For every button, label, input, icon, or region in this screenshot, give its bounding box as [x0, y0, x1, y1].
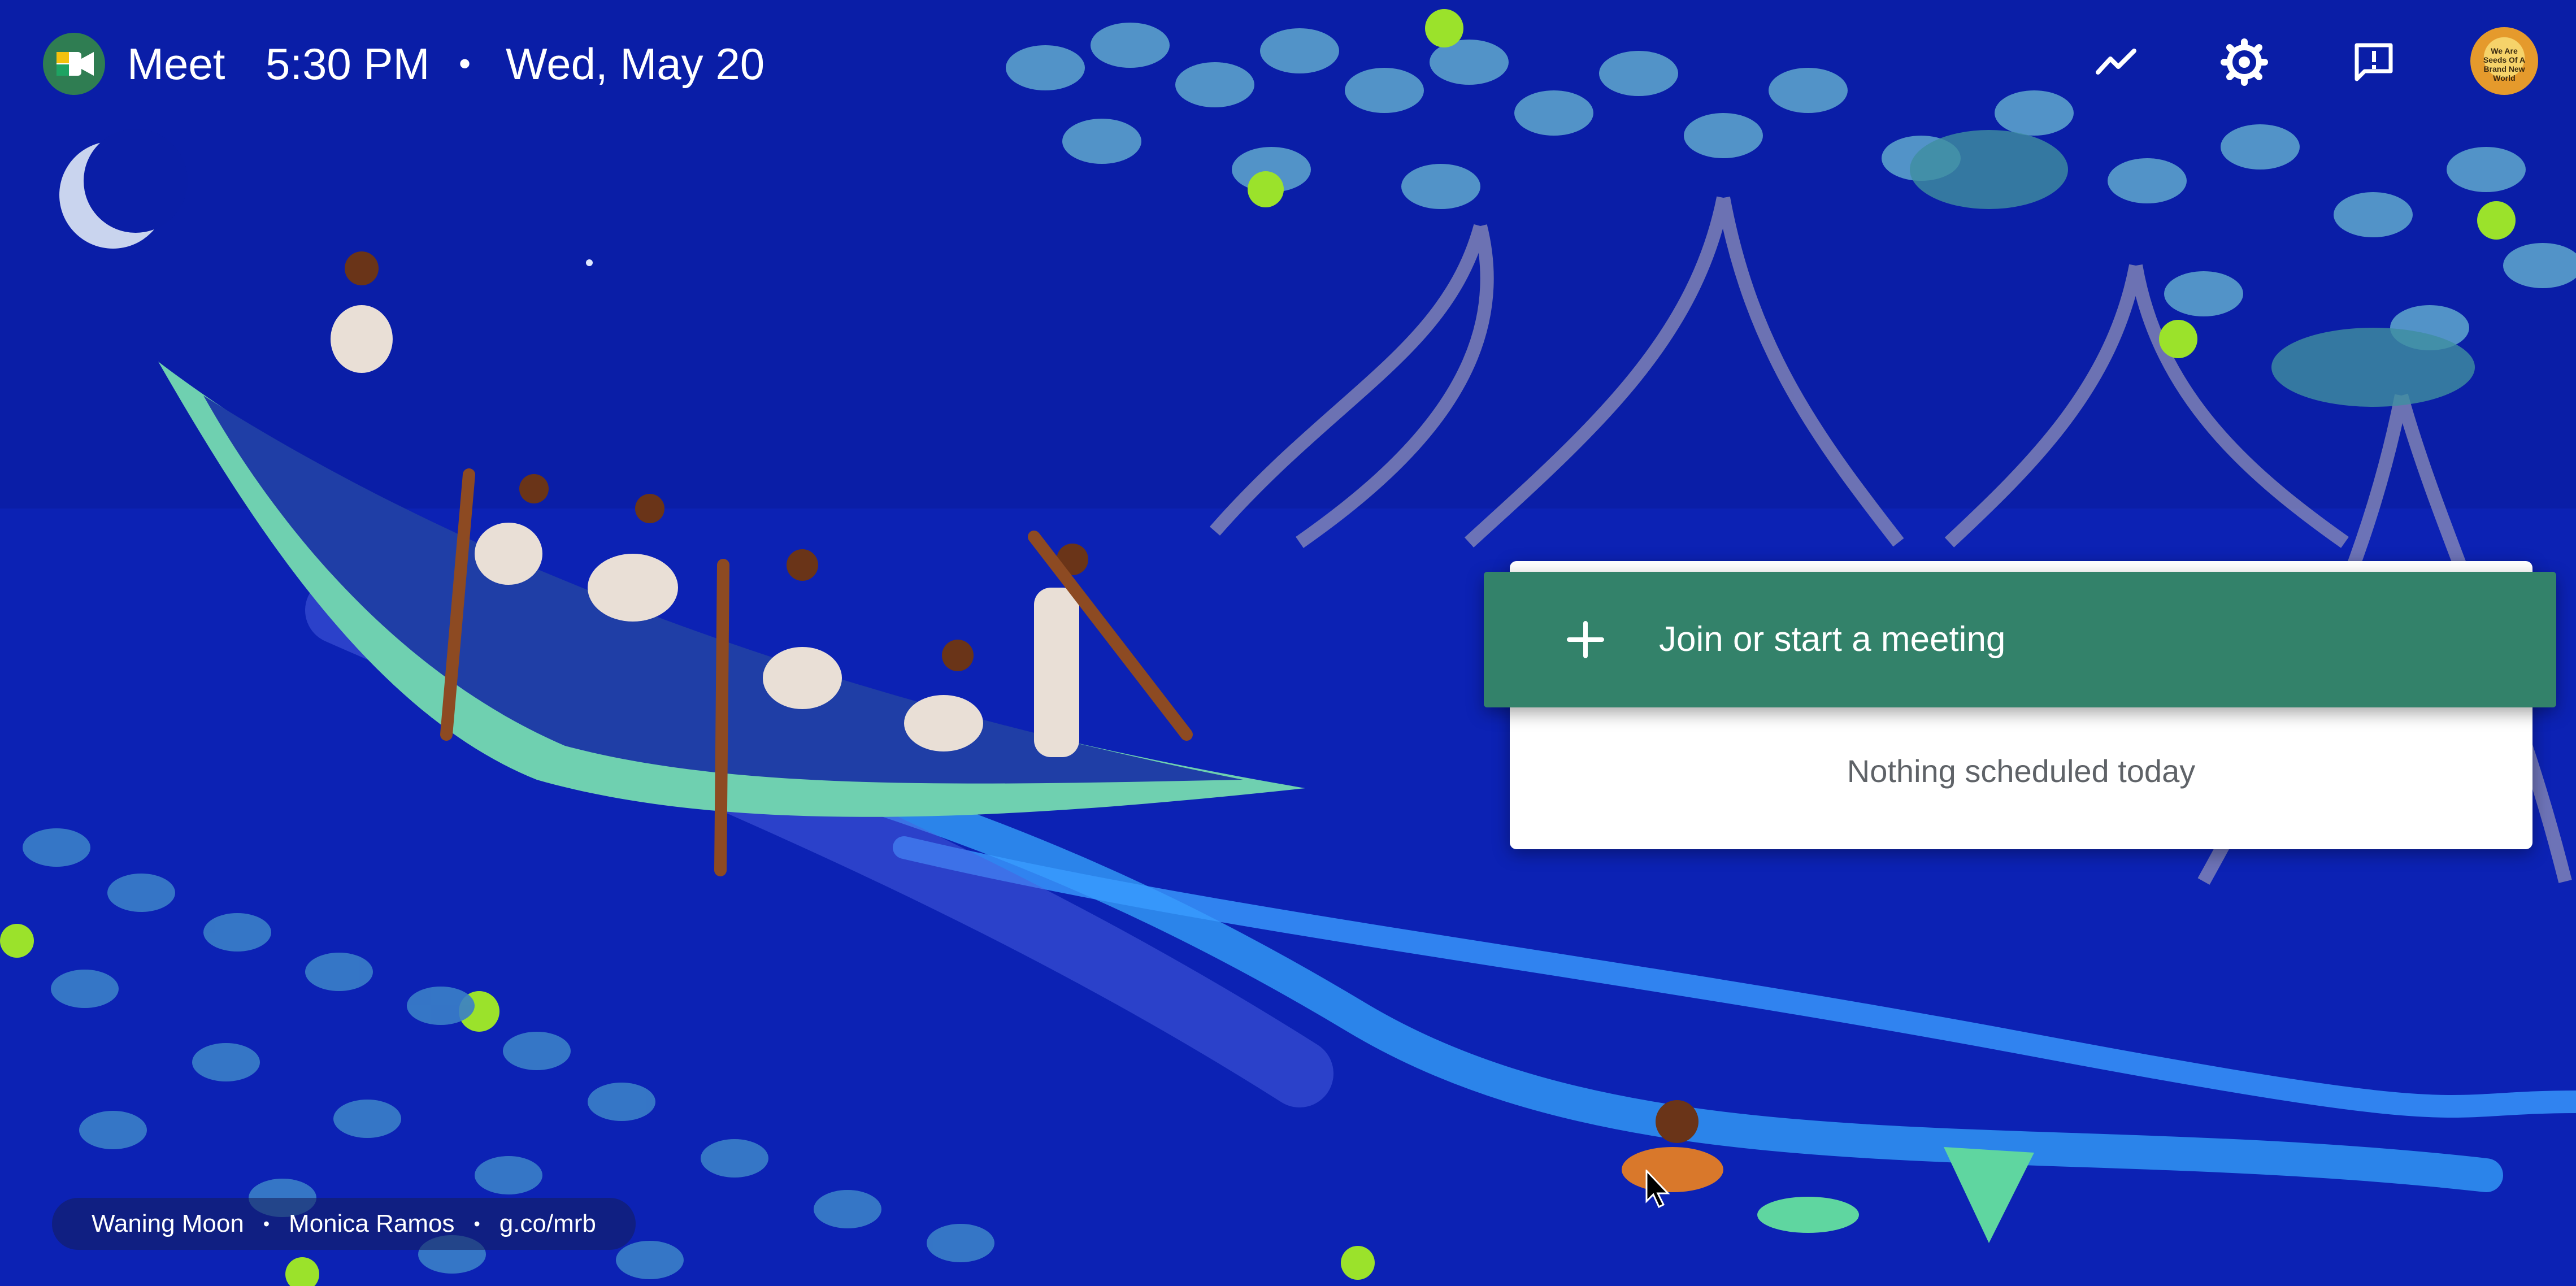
artist-name: Monica Ramos — [289, 1210, 455, 1237]
credit-separator: • — [263, 1213, 270, 1234]
join-or-start-meeting-button[interactable]: Join or start a meeting — [1484, 572, 2556, 707]
meet-logo-icon — [43, 33, 105, 95]
app-name: Meet — [127, 39, 225, 89]
settings-gear-icon[interactable] — [2213, 31, 2275, 93]
current-date: Wed, May 20 — [506, 39, 765, 89]
feedback-icon[interactable] — [2343, 31, 2405, 93]
avatar-text: We Are Seeds Of A Brand New World — [2483, 46, 2526, 82]
artwork-credit[interactable]: Waning Moon • Monica Ramos • g.co/mrb — [52, 1198, 636, 1250]
top-bar: Meet 5:30 PM • Wed, May 20 We Are Seeds … — [0, 0, 2576, 130]
plus-icon — [1552, 606, 1619, 674]
credit-link[interactable]: g.co/mrb — [499, 1210, 596, 1238]
artwork-title: Waning Moon — [92, 1210, 244, 1237]
empty-schedule-text: Nothing scheduled today — [1847, 753, 2196, 789]
mouse-cursor-icon — [1645, 1170, 1670, 1209]
join-button-label: Join or start a meeting — [1659, 620, 2006, 659]
current-time: 5:30 PM — [266, 39, 430, 89]
credit-separator: • — [474, 1213, 480, 1234]
activity-icon[interactable] — [2085, 31, 2147, 93]
separator-dot: • — [459, 45, 471, 82]
avatar[interactable]: We Are Seeds Of A Brand New World — [2470, 27, 2538, 95]
